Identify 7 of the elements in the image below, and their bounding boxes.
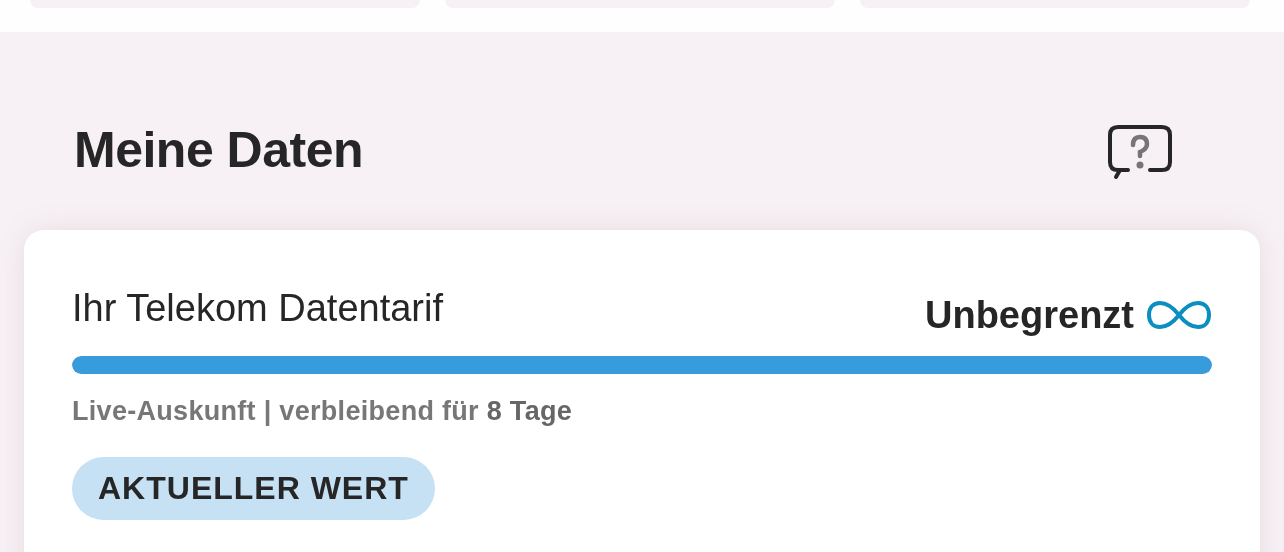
section-title: Meine Daten [74,121,363,179]
plan-label: Ihr Telekom Datentarif [72,286,445,330]
help-icon[interactable] [1106,123,1174,181]
info-text: Live-Auskunft | verbleibend für 8 Tage [72,396,574,427]
value-chip[interactable]: AKTUELLER WERT [72,457,435,520]
plan-value: Unbegrenzt [925,293,1134,337]
infinity-icon [1146,300,1212,330]
